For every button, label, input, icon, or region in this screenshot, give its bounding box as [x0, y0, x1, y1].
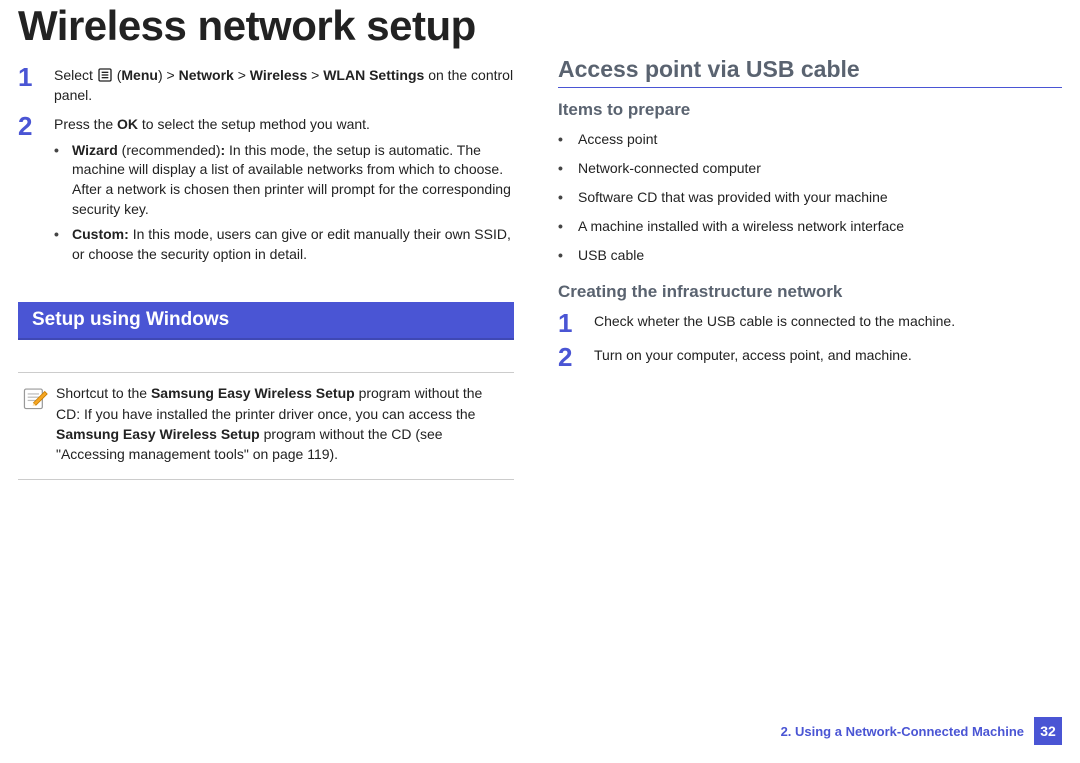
infra-step-1: 1 Check wheter the USB cable is connecte…: [558, 308, 1062, 336]
pencil-note-icon: [22, 383, 56, 464]
step-body: Press the OK to select the setup method …: [54, 111, 514, 270]
text: USB cable: [578, 246, 644, 265]
sep: >: [238, 67, 250, 83]
footer: 2. Using a Network-Connected Machine 32: [781, 717, 1062, 745]
text: In this mode, users can give or edit man…: [72, 226, 511, 262]
text: to select the setup method you want.: [138, 116, 370, 132]
step-2: 2 Press the OK to select the setup metho…: [18, 111, 514, 270]
list-item: Software CD that was provided with your …: [558, 188, 1062, 207]
page-number: 32: [1034, 717, 1062, 745]
items-list: Access point Network-connected computer …: [558, 130, 1062, 264]
note-text: Shortcut to the Samsung Easy Wireless Se…: [56, 383, 510, 464]
subsection-heading: Access point via USB cable: [558, 56, 1062, 88]
items-heading: Items to prepare: [558, 100, 1062, 120]
sep: >: [311, 67, 323, 83]
note-box: Shortcut to the Samsung Easy Wireless Se…: [18, 372, 514, 479]
step-body: Select (Menu) > Network > Wireless > WLA…: [54, 62, 514, 105]
step-number: 1: [558, 308, 594, 336]
text: A machine installed with a wireless netw…: [578, 217, 904, 236]
footer-chapter: 2. Using a Network-Connected Machine: [781, 724, 1034, 739]
step-number: 1: [18, 62, 54, 105]
path-wireless: Wireless: [250, 67, 307, 83]
ok-key: OK: [117, 116, 138, 132]
list-item: USB cable: [558, 246, 1062, 265]
right-column: Access point via USB cable Items to prep…: [540, 56, 1062, 480]
bullet-list: Wizard (recommended): In this mode, the …: [54, 141, 514, 265]
text: ): [158, 67, 163, 83]
text: Network-connected computer: [578, 159, 761, 178]
page-title: Wireless network setup: [0, 0, 1080, 56]
list-item: A machine installed with a wireless netw…: [558, 217, 1062, 236]
section-heading-bar: Setup using Windows: [18, 302, 514, 340]
text: (recommended): [118, 142, 221, 158]
program-name: Samsung Easy Wireless Setup: [56, 426, 260, 442]
menu-label: Menu: [121, 67, 158, 83]
text: Press the: [54, 116, 117, 132]
sep: >: [167, 67, 179, 83]
step-body: Turn on your computer, access point, and…: [594, 342, 1062, 370]
step-number: 2: [558, 342, 594, 370]
text: Shortcut to the: [56, 385, 151, 401]
infra-heading: Creating the infrastructure network: [558, 282, 1062, 302]
bullet-item: Wizard (recommended): In this mode, the …: [54, 141, 514, 219]
colon: :: [124, 226, 133, 242]
section-bar-wrap: Setup using Windows: [18, 296, 514, 368]
program-name: Samsung Easy Wireless Setup: [151, 385, 355, 401]
left-column: 1 Select (Menu) > Network > Wireless > W…: [18, 56, 540, 480]
text: Access point: [578, 130, 657, 149]
list-item: Network-connected computer: [558, 159, 1062, 178]
list-item: Access point: [558, 130, 1062, 149]
step-body: Check wheter the USB cable is connected …: [594, 308, 1062, 336]
infra-step-2: 2 Turn on your computer, access point, a…: [558, 342, 1062, 370]
step-number: 2: [18, 111, 54, 270]
bullet-item: Custom: In this mode, users can give or …: [54, 225, 514, 264]
colon: :: [220, 142, 229, 158]
text: Select: [54, 67, 97, 83]
menu-icon: [97, 67, 117, 83]
step-1: 1 Select (Menu) > Network > Wireless > W…: [18, 62, 514, 105]
path-wlan: WLAN Settings: [323, 67, 424, 83]
path-network: Network: [179, 67, 234, 83]
bullet-head: Wizard: [72, 142, 118, 158]
text: Software CD that was provided with your …: [578, 188, 888, 207]
content-columns: 1 Select (Menu) > Network > Wireless > W…: [0, 56, 1080, 480]
bullet-head: Custom: [72, 226, 124, 242]
